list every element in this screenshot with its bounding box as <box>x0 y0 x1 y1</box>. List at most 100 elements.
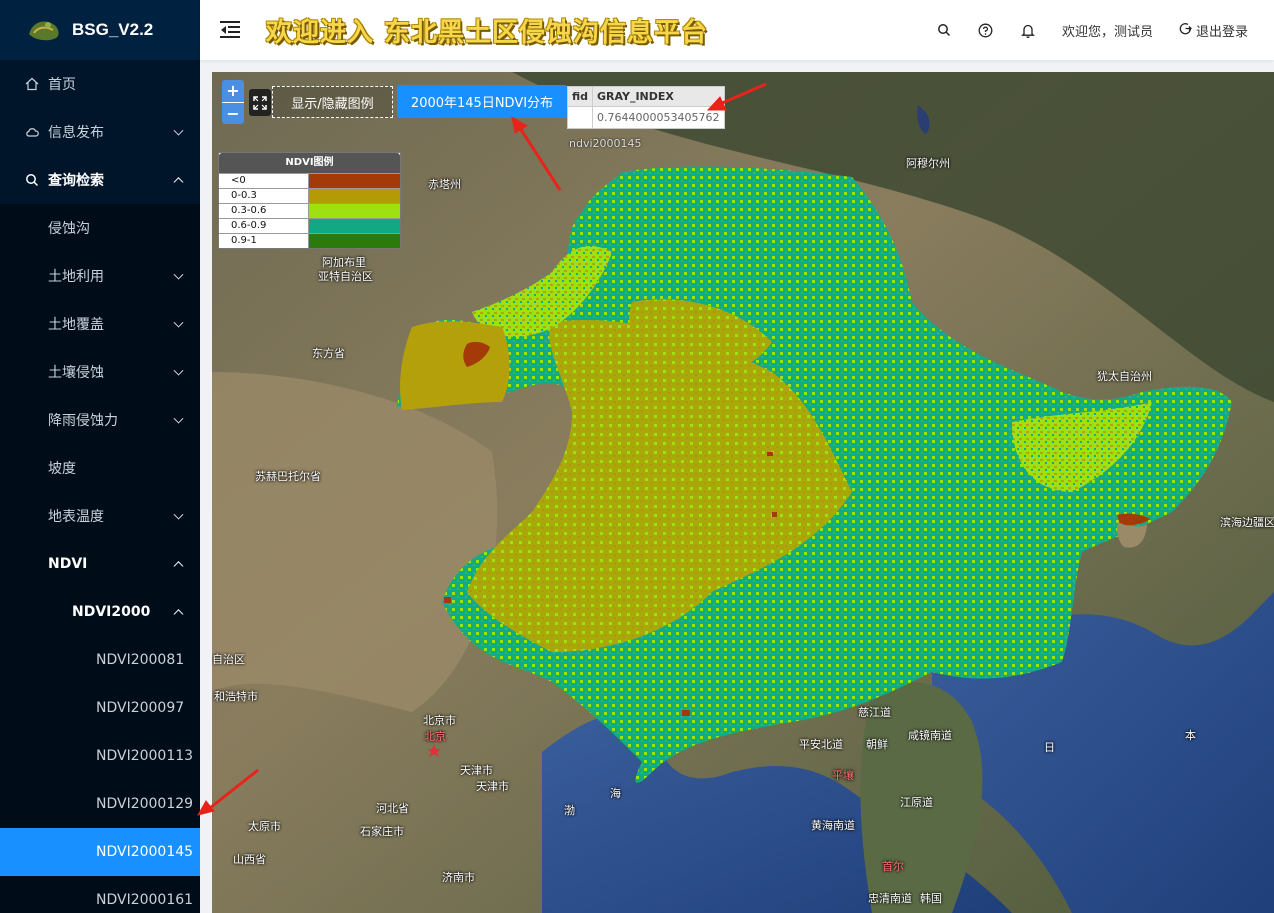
table-cell <box>566 106 594 129</box>
menu-ndvi2000145[interactable]: NDVI2000145 <box>0 828 200 876</box>
place-label: 自治区 <box>212 653 245 666</box>
place-label: 东方省 <box>312 347 345 360</box>
logo-text: BSG_V2.2 <box>72 20 154 39</box>
place-label: 阿穆尔州 <box>906 157 950 170</box>
menu-label: 查询检索 <box>48 173 104 189</box>
menu-label: NDVI2000145 <box>96 844 194 860</box>
place-label: 滨海边疆区 <box>1220 516 1274 529</box>
menu-ndvi200081[interactable]: NDVI200081 <box>0 636 200 684</box>
fullscreen-button[interactable] <box>249 89 271 116</box>
legend-swatch <box>309 174 400 188</box>
logo: BSG_V2.2 <box>0 0 200 60</box>
table-row: 0.7644000053405762 <box>566 106 725 129</box>
menu-ndvi2000[interactable]: NDVI2000 <box>0 588 200 636</box>
place-label: 北京 <box>424 730 446 743</box>
place-label: 渤 <box>564 804 575 817</box>
sidebar: BSG_V2.2 首页 信息发布 查询检索 侵蚀沟 土地利用 土地覆盖 土壤侵蚀… <box>0 0 200 913</box>
bell-icon[interactable] <box>1020 22 1036 38</box>
legend-label: 0.3-0.6 <box>219 204 309 218</box>
place-label: 河北省 <box>376 802 409 815</box>
menu-label: NDVI <box>48 556 88 572</box>
zoom-control: + − <box>222 80 244 124</box>
chevron-down-icon <box>173 317 184 328</box>
submenu-query: 侵蚀沟 土地利用 土地覆盖 土壤侵蚀 降雨侵蚀力 坡度 地表温度 NDVI ND… <box>0 204 200 913</box>
place-label: 天津市 <box>476 780 509 793</box>
place-label: 慈江道 <box>858 706 891 719</box>
search-icon[interactable] <box>936 22 952 38</box>
menu-query[interactable]: 查询检索 <box>0 156 200 204</box>
menu-label: 地表温度 <box>48 509 104 525</box>
legend-swatch <box>309 219 400 233</box>
fullscreen-icon <box>253 95 267 110</box>
menu-label: NDVI2000 <box>72 604 151 620</box>
home-icon <box>24 76 40 92</box>
menu-label: 土地利用 <box>48 269 104 285</box>
search-icon <box>24 172 40 188</box>
place-label: 韩国 <box>920 892 942 905</box>
menu-label: 降雨侵蚀力 <box>48 413 118 429</box>
feature-info-table: fid GRAY_INDEX 0.7644000053405762 <box>566 86 725 129</box>
header: 欢迎进入 东北黑土区侵蚀沟信息平台 欢迎您，测试员 退出登录 <box>200 0 1274 60</box>
legend-swatch <box>309 204 400 218</box>
place-label: 平壤 <box>832 769 854 782</box>
menu-label: NDVI2000129 <box>96 796 194 812</box>
legend-swatch <box>309 234 400 248</box>
logout-label: 退出登录 <box>1195 24 1248 40</box>
menu-label: 土地覆盖 <box>48 317 104 333</box>
menu-label: NDVI200081 <box>96 652 185 668</box>
place-label: 平安北道 <box>799 738 843 751</box>
place-label: 犹太自治州 <box>1097 370 1152 383</box>
layer-name-label: ndvi2000145 <box>569 137 642 150</box>
map-view[interactable]: 阿穆尔州 赤塔州 阿加布里 亚特自治区 东方省 犹太自治州 苏赫巴托尔省 滨海边… <box>212 72 1274 913</box>
chevron-down-icon <box>173 125 184 136</box>
menu-ndvi2000129[interactable]: NDVI2000129 <box>0 780 200 828</box>
menu-ndvi[interactable]: NDVI <box>0 540 200 588</box>
ndvi-layer-button[interactable]: 2000年145日NDVI分布 <box>397 85 567 118</box>
menu-ndvi2000161[interactable]: NDVI2000161 <box>0 876 200 913</box>
menu-label: 侵蚀沟 <box>48 221 90 237</box>
chevron-down-icon <box>173 509 184 520</box>
menu-surface-temp[interactable]: 地表温度 <box>0 492 200 540</box>
legend-row: <0 <box>219 173 400 188</box>
place-label: 首尔 <box>882 860 904 873</box>
menu-label: NDVI200097 <box>96 700 185 716</box>
menu-rainfall-erosivity[interactable]: 降雨侵蚀力 <box>0 396 200 444</box>
table-header: fid <box>566 86 594 107</box>
chevron-down-icon <box>173 413 184 424</box>
table-header: GRAY_INDEX <box>592 86 725 107</box>
chevron-up-icon <box>173 561 184 572</box>
ndvi-legend: NDVI图例 <0 0-0.3 0.3-0.6 0.6-0.9 0.9-1 <box>218 152 401 249</box>
menu-info-publish[interactable]: 信息发布 <box>0 108 200 156</box>
legend-label: 0.9-1 <box>219 234 309 248</box>
page-title: 欢迎进入 东北黑土区侵蚀沟信息平台 <box>266 17 709 48</box>
menu-collapse-icon[interactable] <box>220 21 240 39</box>
menu-land-use[interactable]: 土地利用 <box>0 252 200 300</box>
legend-row: 0.6-0.9 <box>219 218 400 233</box>
menu-slope[interactable]: 坡度 <box>0 444 200 492</box>
zoom-in-button[interactable]: + <box>222 80 244 102</box>
place-label: 海 <box>610 787 621 800</box>
menu-soil-erosion[interactable]: 土壤侵蚀 <box>0 348 200 396</box>
menu-ndvi2000113[interactable]: NDVI2000113 <box>0 732 200 780</box>
logout-button[interactable]: 退出登录 <box>1179 21 1248 40</box>
header-actions: 欢迎您，测试员 退出登录 <box>936 0 1274 60</box>
menu-ndvi200097[interactable]: NDVI200097 <box>0 684 200 732</box>
cloud-icon <box>24 124 40 140</box>
menu-land-cover[interactable]: 土地覆盖 <box>0 300 200 348</box>
place-label: 江原道 <box>900 796 933 809</box>
menu-home[interactable]: 首页 <box>0 60 200 108</box>
legend-row: 0-0.3 <box>219 188 400 203</box>
chevron-down-icon <box>173 269 184 280</box>
menu-gully[interactable]: 侵蚀沟 <box>0 204 200 252</box>
zoom-out-button[interactable]: − <box>222 102 244 124</box>
help-icon[interactable] <box>978 22 994 38</box>
chevron-up-icon <box>173 177 184 188</box>
place-label: 苏赫巴托尔省 <box>255 470 321 483</box>
legend-swatch <box>309 189 400 203</box>
chevron-up-icon <box>173 609 184 620</box>
place-label: 黄海南道 <box>811 819 855 832</box>
toggle-legend-button[interactable]: 显示/隐藏图例 <box>272 86 393 118</box>
place-label: 赤塔州 <box>428 178 461 191</box>
logo-icon <box>29 21 59 41</box>
logout-icon <box>1179 22 1192 39</box>
